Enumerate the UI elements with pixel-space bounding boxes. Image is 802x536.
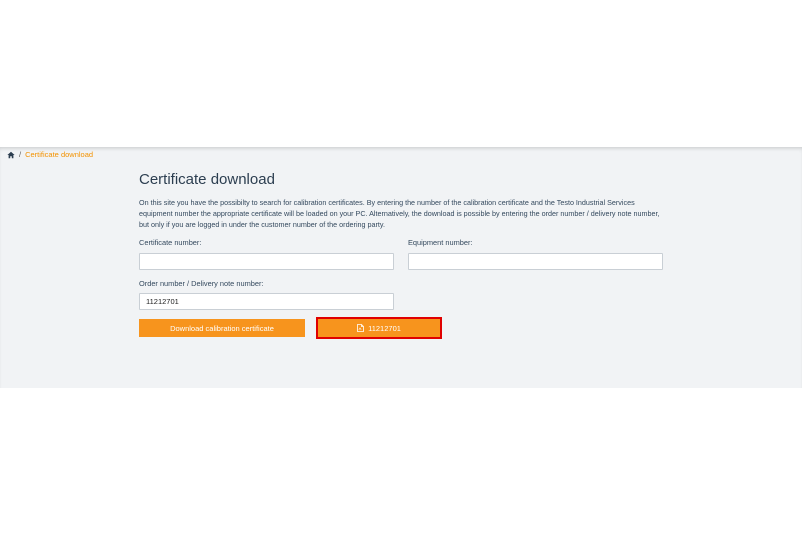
page-title: Certificate download (139, 171, 275, 188)
order-number-label: Order number / Delivery note number: (139, 279, 264, 288)
equipment-number-input[interactable] (408, 253, 663, 270)
download-certificate-button[interactable]: Download calibration certificate (139, 319, 305, 337)
top-blank-area (0, 0, 802, 147)
breadcrumb-current[interactable]: Certificate download (25, 150, 93, 159)
intro-text: On this site you have the possibilty to … (139, 198, 660, 229)
content-panel (0, 147, 802, 388)
bottom-blank-area (0, 388, 802, 536)
breadcrumb-separator: / (19, 150, 22, 159)
pdf-file-icon (357, 324, 364, 332)
certificate-number-label: Certificate number: (139, 238, 202, 247)
order-number-input[interactable] (139, 293, 394, 310)
home-icon[interactable] (7, 151, 15, 159)
certificate-result-label: 11212701 (368, 323, 401, 333)
download-certificate-label: Download calibration certificate (170, 323, 274, 333)
certificate-result-button[interactable]: 11212701 (316, 317, 442, 339)
breadcrumb: / Certificate download (7, 150, 93, 159)
certificate-number-input[interactable] (139, 253, 394, 270)
equipment-number-label: Equipment number: (408, 238, 473, 247)
